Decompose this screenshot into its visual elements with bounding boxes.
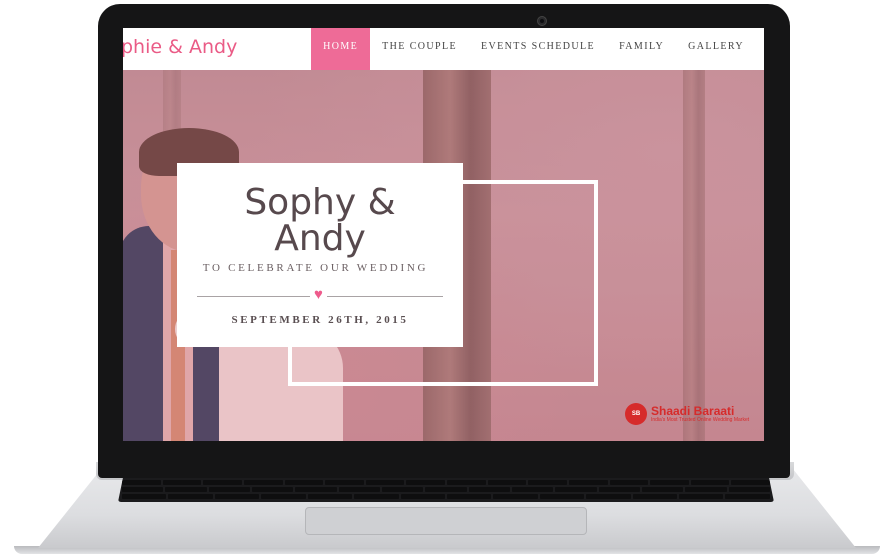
nav-item-gallery[interactable]: Gallery (676, 28, 756, 70)
watermark-tagline: India's Most Trusted Online Wedding Mark… (651, 416, 750, 423)
couple-names-line2: Andy (274, 218, 366, 259)
couple-names: Sophy & Andy (177, 185, 463, 257)
webcam-icon (537, 16, 547, 26)
site-navbar: phie & Andy Home The Couple Events Sched… (123, 28, 764, 70)
hero-tagline: TO CELEBRATE OUR WEDDING (202, 262, 429, 274)
laptop-trackpad (305, 507, 587, 535)
heart-icon: ♥ (310, 287, 327, 303)
watermark-brand: Shaadi Baraati (651, 403, 735, 418)
watermark-text: Shaadi Baraati India's Most Trusted Onli… (651, 405, 749, 424)
nav-menu: Home The Couple Events Schedule Family G… (311, 28, 756, 70)
nav-item-family[interactable]: Family (607, 28, 676, 70)
nav-item-events-schedule[interactable]: Events Schedule (469, 28, 607, 70)
site-brand[interactable]: phie & Andy (123, 36, 237, 58)
watermark: SB Shaadi Baraati India's Most Trusted O… (625, 403, 749, 425)
wedding-date: SEPTEMBER 26TH, 2015 (231, 314, 409, 326)
watermark-logo-icon: SB (625, 403, 647, 425)
nav-item-home[interactable]: Home (311, 28, 371, 70)
laptop-mockup: phie & Andy Home The Couple Events Sched… (0, 0, 894, 557)
hero-card: Sophy & Andy TO CELEBRATE OUR WEDDING ♥ … (177, 163, 463, 347)
couple-names-line1: Sophy & (244, 182, 396, 223)
nav-item-the-couple[interactable]: The Couple (370, 28, 469, 70)
